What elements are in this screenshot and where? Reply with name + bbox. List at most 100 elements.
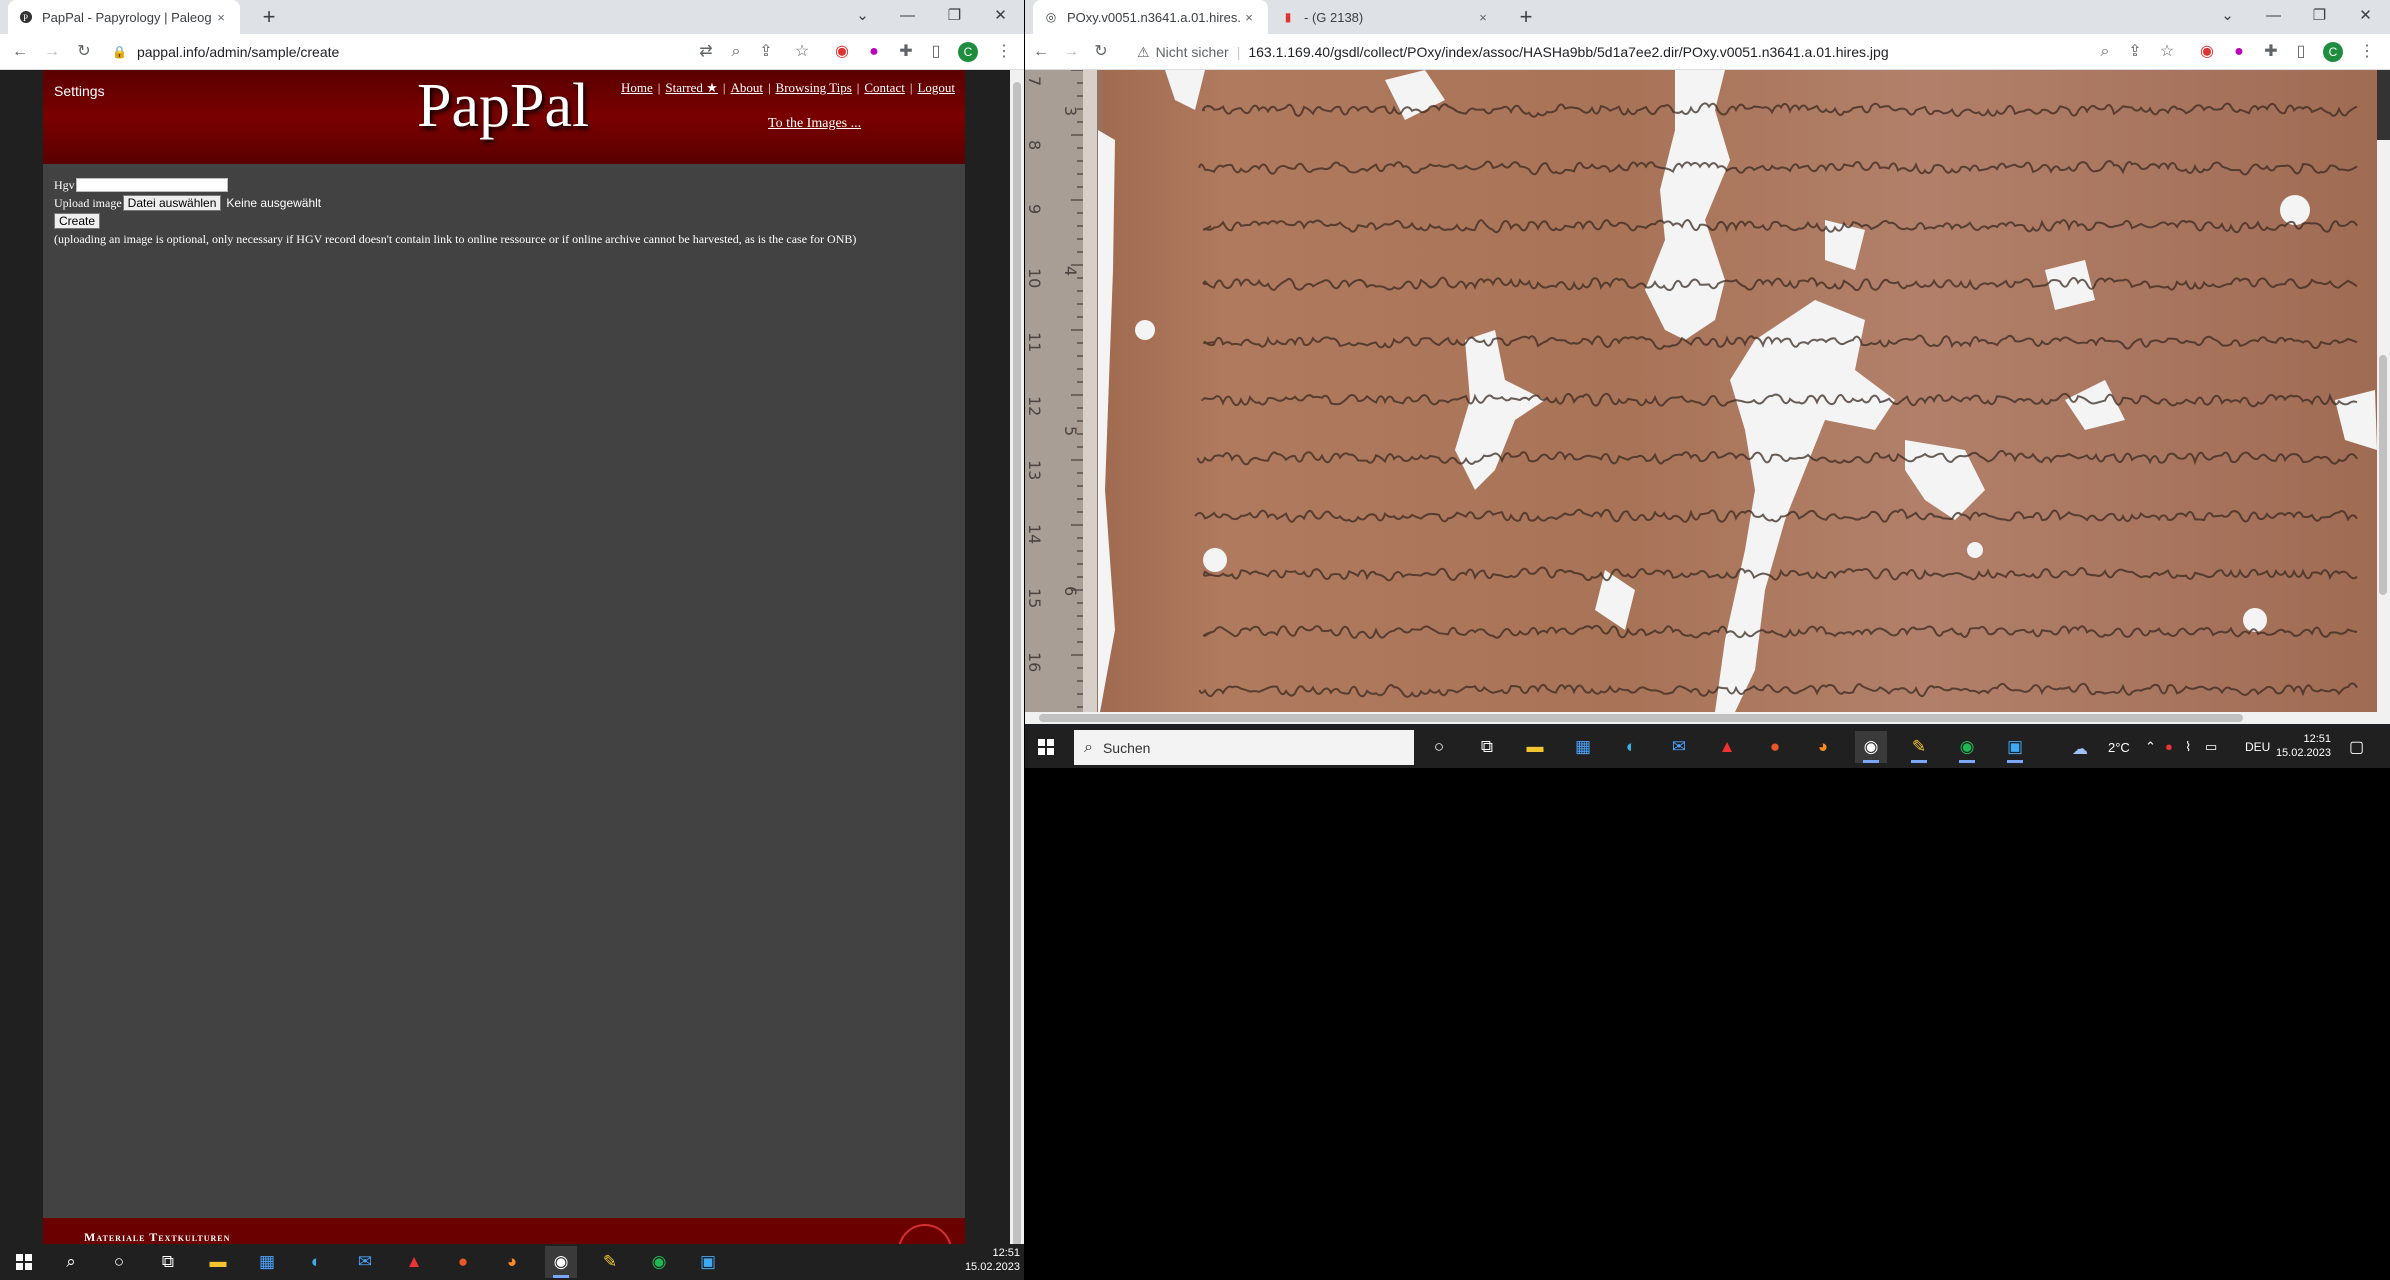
- firefox-icon[interactable]: ◕: [496, 1246, 528, 1278]
- notes-icon[interactable]: ✎: [594, 1246, 626, 1278]
- close-window-button[interactable]: ✕: [2343, 0, 2388, 34]
- extensions-puzzle-icon[interactable]: ✚: [894, 40, 918, 64]
- vertical-scrollbar[interactable]: [1010, 70, 1024, 1256]
- nav-home[interactable]: Home: [621, 80, 653, 95]
- nav-logout[interactable]: Logout: [917, 80, 955, 95]
- acrobat-icon[interactable]: ▲: [398, 1246, 430, 1278]
- tab-search-icon[interactable]: ⌄: [2205, 0, 2250, 34]
- taskbar-clock[interactable]: 12:51 15.02.2023: [950, 1246, 1020, 1274]
- spotify-icon[interactable]: ◉: [643, 1246, 675, 1278]
- zoom-icon[interactable]: ⌕: [724, 40, 748, 64]
- spotify-icon[interactable]: ◉: [1951, 731, 1983, 763]
- sidepanel-icon[interactable]: ▯: [2289, 40, 2313, 64]
- back-icon[interactable]: ←: [1029, 40, 1053, 64]
- profile-avatar[interactable]: C: [2323, 42, 2343, 62]
- create-button[interactable]: Create: [54, 213, 101, 229]
- extension-shield-icon[interactable]: ◉: [830, 40, 854, 64]
- chevron-up-icon[interactable]: ⌃: [2145, 739, 2156, 755]
- papyrus-image[interactable]: 7 8 9 10 11 12 13 14 15 16 3 4 5 6: [1025, 70, 2377, 712]
- site-logo[interactable]: PapPal: [417, 71, 589, 142]
- nav-starred[interactable]: Starred ★: [665, 80, 717, 95]
- windows-start-icon[interactable]: [1030, 731, 1062, 763]
- hgv-input[interactable]: [75, 178, 228, 192]
- battery-icon[interactable]: ▭: [2205, 739, 2217, 755]
- reload-icon[interactable]: ↻: [72, 40, 96, 64]
- forward-icon[interactable]: →: [40, 40, 64, 64]
- share-icon[interactable]: ⇪: [754, 40, 778, 64]
- notification-icon[interactable]: ▢: [2349, 737, 2364, 757]
- weather-temp[interactable]: 2°C: [2108, 740, 2130, 755]
- image-viewer[interactable]: 7 8 9 10 11 12 13 14 15 16 3 4 5 6: [1025, 70, 2390, 712]
- tab-g2138[interactable]: ▮ - (G 2138) ×: [1270, 0, 1502, 34]
- nav-browsing-tips[interactable]: Browsing Tips: [776, 80, 852, 95]
- cortana-icon[interactable]: ○: [1423, 731, 1455, 763]
- profile-avatar[interactable]: C: [958, 42, 978, 62]
- taskbar-search-box[interactable]: ⌕ Suchen: [1074, 730, 1414, 765]
- share-icon[interactable]: ⇪: [2123, 40, 2147, 64]
- image-horizontal-scrollbar[interactable]: [1025, 712, 2390, 724]
- mail-icon[interactable]: ✉: [1663, 731, 1695, 763]
- tab-close-icon[interactable]: ×: [1240, 10, 1258, 25]
- edge-icon[interactable]: ◐: [1615, 731, 1647, 763]
- search-icon[interactable]: ⌕: [55, 1246, 87, 1278]
- to-images-link[interactable]: To the Images ...: [768, 116, 861, 132]
- network-icon[interactable]: ⌇: [2185, 739, 2191, 755]
- file-explorer-icon[interactable]: ▬: [202, 1246, 234, 1278]
- close-window-button[interactable]: ✕: [978, 0, 1023, 34]
- sidepanel-icon[interactable]: ▯: [924, 40, 948, 64]
- extension-shield-icon[interactable]: ◉: [2195, 40, 2219, 64]
- address-bar[interactable]: ⚠ Nicht sicher | 163.1.169.40/gsdl/colle…: [1137, 38, 2037, 66]
- powerpoint-icon[interactable]: ●: [447, 1246, 479, 1278]
- taskbar-clock[interactable]: 12:51 15.02.2023: [2269, 732, 2331, 760]
- back-icon[interactable]: ←: [8, 40, 32, 64]
- zoom-icon[interactable]: ⌕: [2093, 40, 2117, 64]
- bookmark-star-icon[interactable]: ☆: [2155, 40, 2179, 64]
- extension-ub-icon[interactable]: ●: [862, 40, 886, 64]
- tab-poxy-image[interactable]: ◎ POxy.v0051.n3641.a.01.hires.jpg ×: [1033, 0, 1268, 34]
- minimize-button[interactable]: —: [885, 0, 930, 34]
- weather-cloud-icon[interactable]: ☁: [2072, 739, 2088, 759]
- chrome-icon[interactable]: ◉: [1855, 731, 1887, 763]
- extensions-puzzle-icon[interactable]: ✚: [2259, 40, 2283, 64]
- menu-icon[interactable]: ⋮: [992, 40, 1016, 64]
- minimize-button[interactable]: —: [2251, 0, 2296, 34]
- nav-contact[interactable]: Contact: [864, 80, 904, 95]
- tab-close-icon[interactable]: ×: [212, 10, 230, 25]
- store-icon[interactable]: ▦: [1567, 731, 1599, 763]
- tab-close-icon[interactable]: ×: [1474, 10, 1492, 25]
- cortana-icon[interactable]: ○: [103, 1246, 135, 1278]
- extension-ub-icon[interactable]: ●: [2227, 40, 2251, 64]
- new-tab-button[interactable]: +: [256, 4, 282, 30]
- nav-about[interactable]: About: [730, 80, 763, 95]
- scrollbar-thumb[interactable]: [1013, 82, 1021, 1246]
- acrobat-icon[interactable]: ▲: [1711, 731, 1743, 763]
- choose-file-button[interactable]: Datei auswählen: [122, 195, 222, 211]
- task-view-icon[interactable]: ⧉: [1471, 731, 1503, 763]
- scrollbar-thumb[interactable]: [2379, 355, 2387, 595]
- firefox-icon[interactable]: ◕: [1807, 731, 1839, 763]
- edge-icon[interactable]: ◐: [300, 1246, 332, 1278]
- notes-icon[interactable]: ✎: [1903, 731, 1935, 763]
- powerpoint-icon[interactable]: ●: [1759, 731, 1791, 763]
- image-vertical-scrollbar[interactable]: [2377, 140, 2390, 712]
- scrollbar-thumb[interactable]: [1039, 714, 2243, 722]
- reload-icon[interactable]: ↻: [1089, 40, 1113, 64]
- forward-icon[interactable]: →: [1059, 40, 1083, 64]
- store-icon[interactable]: ▦: [251, 1246, 283, 1278]
- settings-link[interactable]: Settings: [54, 83, 105, 99]
- tab-search-icon[interactable]: ⌄: [840, 0, 885, 34]
- file-explorer-icon[interactable]: ▬: [1519, 731, 1551, 763]
- translate-icon[interactable]: ⇄: [694, 40, 718, 64]
- restore-button[interactable]: ❐: [932, 0, 977, 34]
- task-view-icon[interactable]: ⧉: [152, 1246, 184, 1278]
- photos-icon[interactable]: ▣: [692, 1246, 724, 1278]
- tab-pappal[interactable]: P PapPal - Papyrology | Paleograph ×: [8, 0, 240, 34]
- new-tab-button[interactable]: +: [1513, 4, 1539, 30]
- restore-button[interactable]: ❐: [2297, 0, 2342, 34]
- mail-icon[interactable]: ✉: [349, 1246, 381, 1278]
- menu-icon[interactable]: ⋮: [2355, 40, 2379, 64]
- photos-icon[interactable]: ▣: [1999, 731, 2031, 763]
- tray-app-icon[interactable]: ●: [2165, 739, 2173, 754]
- windows-start-icon[interactable]: [8, 1246, 40, 1278]
- chrome-icon[interactable]: ◉: [545, 1246, 577, 1278]
